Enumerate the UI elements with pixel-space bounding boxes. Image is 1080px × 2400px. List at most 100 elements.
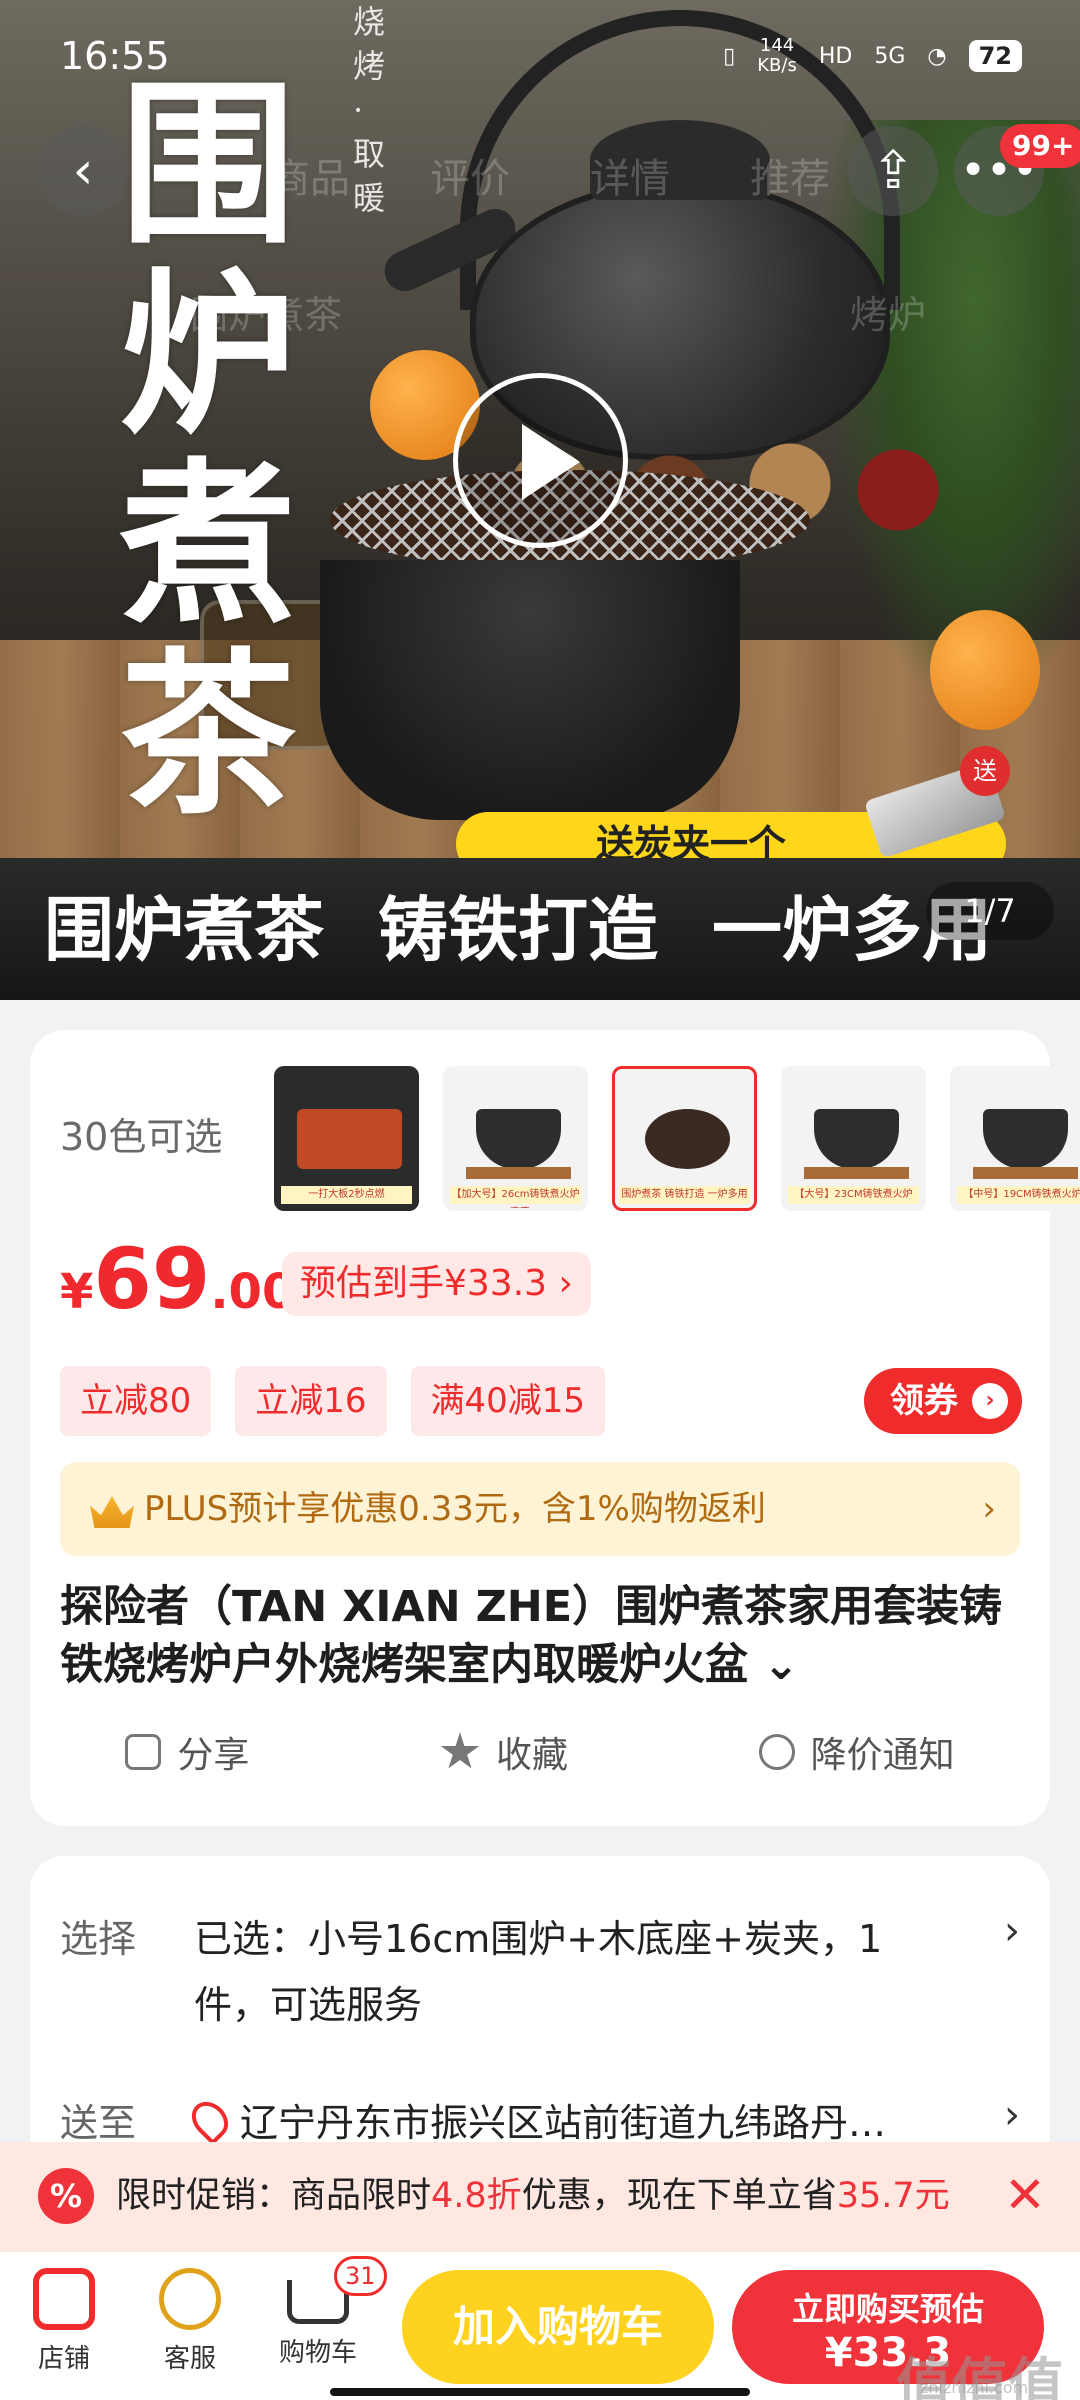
ghost-tabs: 商品 评价 详情 推荐: [270, 146, 830, 204]
ghost-search-text: 围炉煮茶: [190, 293, 343, 337]
base-icon: [973, 1167, 1078, 1179]
share-icon: ⇪: [871, 141, 915, 201]
coupon-tag[interactable]: 满40减15: [410, 1366, 606, 1436]
stove-icon: [476, 1109, 561, 1169]
promo-discount: 4.8折: [431, 2176, 522, 2216]
store-icon: [33, 2268, 95, 2330]
thumb-caption: 【大号】23CM铸铁煮火炉: [788, 1186, 919, 1204]
chevron-left-icon: ‹: [72, 141, 94, 201]
store-tab[interactable]: 店铺: [4, 2268, 124, 2375]
coupon-tag[interactable]: 立减16: [235, 1366, 387, 1436]
chevron-right-icon: ›: [972, 1383, 1008, 1419]
service-tab[interactable]: 客服: [130, 2268, 250, 2375]
network-speed: 144 KB/s: [757, 36, 797, 76]
price-alert-label: 降价通知: [810, 1735, 955, 1776]
speed-unit: KB/s: [757, 55, 797, 76]
chevron-right-icon[interactable]: ›: [1004, 2092, 1020, 2138]
thumb-caption: 【加大号】26cm铸铁煮火炉+底座: [450, 1186, 581, 1208]
product-title[interactable]: 探险者（TAN XIAN ZHE）围炉煮茶家用套装铸铁烧烤炉户外烧烤架室内取暖炉…: [60, 1578, 1020, 1694]
variant-thumb-selected[interactable]: 围炉煮茶 铸铁打造 一炉多用: [612, 1066, 757, 1211]
hero-caption: 围炉煮茶 铸铁打造 一炉多用: [0, 880, 1080, 980]
ship-to-label: 送至: [60, 2101, 137, 2145]
orange-image: [930, 610, 1040, 730]
status-icons: ▯ 144 KB/s HD 5G ◔ 72: [723, 36, 1022, 76]
product-info-card: 30色可选 一打大板2秒点燃 【加大号】26cm铸铁煮火炉+底座 围炉煮茶 铸铁…: [30, 1030, 1080, 1826]
coupon-tag[interactable]: 立减80: [60, 1366, 212, 1436]
chevron-right-icon: ›: [558, 1263, 573, 1304]
variant-thumb[interactable]: 一打大板2秒点燃: [274, 1066, 419, 1211]
estimated-price: 预估到手¥33.3: [300, 1263, 548, 1304]
variant-thumb[interactable]: 【中号】19CM铸铁煮火炉: [950, 1066, 1080, 1211]
wifi-icon: ◔: [927, 43, 947, 69]
back-button[interactable]: ‹: [38, 126, 128, 216]
caption-2: 铸铁打造: [378, 889, 658, 971]
battery-icon: 72: [968, 40, 1022, 72]
price-integer: 69: [93, 1230, 211, 1328]
status-bar: 16:55 ▯ 144 KB/s HD 5G ◔ 72: [0, 0, 1080, 120]
signal-icon: 5G: [874, 43, 906, 69]
stove-icon: [983, 1109, 1068, 1169]
cart-count-badge: 31: [334, 2256, 387, 2296]
plus-text: PLUS预计享优惠0.33元，含1%购物返利: [144, 1489, 766, 1529]
tab-reviews: 评价: [430, 156, 510, 202]
crown-icon: [90, 1496, 134, 1528]
share-button[interactable]: ⇪: [848, 126, 938, 216]
kettle-icon: [645, 1109, 730, 1169]
stove-image: [320, 560, 740, 820]
estimated-price-tag[interactable]: 预估到手¥33.3 ›: [282, 1252, 591, 1316]
cart-label: 购物车: [278, 2338, 357, 2368]
thumb-caption: 围炉煮茶 铸铁打造 一炉多用: [619, 1186, 750, 1204]
status-time: 16:55: [60, 34, 170, 78]
page-total: 7: [995, 892, 1016, 930]
add-to-cart-button[interactable]: 加入购物车: [402, 2270, 714, 2384]
chevron-down-icon[interactable]: ⌄: [763, 1640, 799, 1690]
selected-variant[interactable]: 已选：小号16cm围炉+木底座+炭夹，1件，可选服务: [194, 1906, 954, 2038]
message-badge: 99+: [1000, 124, 1080, 168]
promo-text: 限时促销：商品限时4.8折优惠，现在下单立省35.7元: [116, 2168, 950, 2224]
base-icon: [466, 1167, 571, 1179]
share-icon: [125, 1734, 162, 1770]
buy-now-label: 立即购买预估: [791, 2290, 984, 2328]
stove-icon: [814, 1109, 899, 1169]
promo-save: 35.7元: [836, 2176, 950, 2216]
hd-icon: HD: [818, 43, 853, 69]
play-video-icon[interactable]: [453, 373, 628, 548]
product-actions: 分享 收藏 降价通知: [30, 1726, 1050, 1778]
favorite-label: 收藏: [495, 1735, 568, 1776]
favorite-action[interactable]: 收藏: [440, 1726, 568, 1778]
promo-mid: 优惠，现在下单立省: [521, 2176, 837, 2216]
variant-thumb[interactable]: 【加大号】26cm铸铁煮火炉+底座: [443, 1066, 588, 1211]
cart-tab[interactable]: 31 购物车: [258, 2256, 387, 2369]
product-price: ¥69.00: [60, 1230, 295, 1328]
promo-prefix: 限时促销：商品限时: [116, 2176, 432, 2216]
get-coupon-button[interactable]: 领券 ›: [864, 1368, 1022, 1434]
speed-value: 144: [759, 35, 795, 56]
get-coupon-label: 领券: [890, 1381, 958, 1421]
base-icon: [804, 1167, 909, 1179]
caption-1: 围炉煮茶: [44, 889, 324, 971]
close-icon[interactable]: ✕: [1004, 2166, 1046, 2224]
ghost-right-text: 烤炉: [850, 293, 927, 337]
coupon-list: 立减80 立减16 满40减15: [60, 1366, 606, 1436]
share-label: 分享: [177, 1735, 250, 1776]
customer-service-icon: [159, 2268, 221, 2330]
price-alert-action[interactable]: 降价通知: [758, 1726, 955, 1778]
shipping-address[interactable]: 辽宁丹东市振兴区站前街道九纬路丹…: [194, 2092, 994, 2147]
price-drop-icon: [758, 1734, 795, 1770]
price-symbol: ¥: [60, 1264, 94, 1320]
percent-icon: %: [38, 2168, 94, 2224]
variant-thumbnails: 一打大板2秒点燃 【加大号】26cm铸铁煮火炉+底座 围炉煮茶 铸铁打造 一炉多…: [274, 1066, 1080, 1211]
share-action[interactable]: 分享: [125, 1726, 249, 1778]
chevron-right-icon[interactable]: ›: [1004, 1908, 1020, 1954]
colors-available[interactable]: 30色可选: [60, 1106, 222, 1161]
home-indicator[interactable]: [330, 2388, 750, 2396]
thumb-caption: 一打大板2秒点燃: [281, 1186, 412, 1204]
variant-thumb[interactable]: 【大号】23CM铸铁煮火炉: [781, 1066, 926, 1211]
tab-recommend: 推荐: [750, 156, 830, 202]
tab-details: 详情: [590, 156, 670, 202]
chevron-right-icon: ›: [982, 1489, 996, 1529]
options-card: 选择 已选：小号16cm围炉+木底座+炭夹，1件，可选服务 › 送至 辽宁丹东市…: [30, 1856, 1050, 2156]
product-title-text: 探险者（TAN XIAN ZHE）围炉煮茶家用套装铸铁烧烤炉户外烧烤架室内取暖炉…: [60, 1582, 1003, 1690]
plus-member-banner[interactable]: PLUS预计享优惠0.33元，含1%购物返利 ›: [60, 1462, 1020, 1556]
flash-promo-bar[interactable]: % 限时促销：商品限时4.8折优惠，现在下单立省35.7元 ✕: [0, 2142, 1080, 2252]
